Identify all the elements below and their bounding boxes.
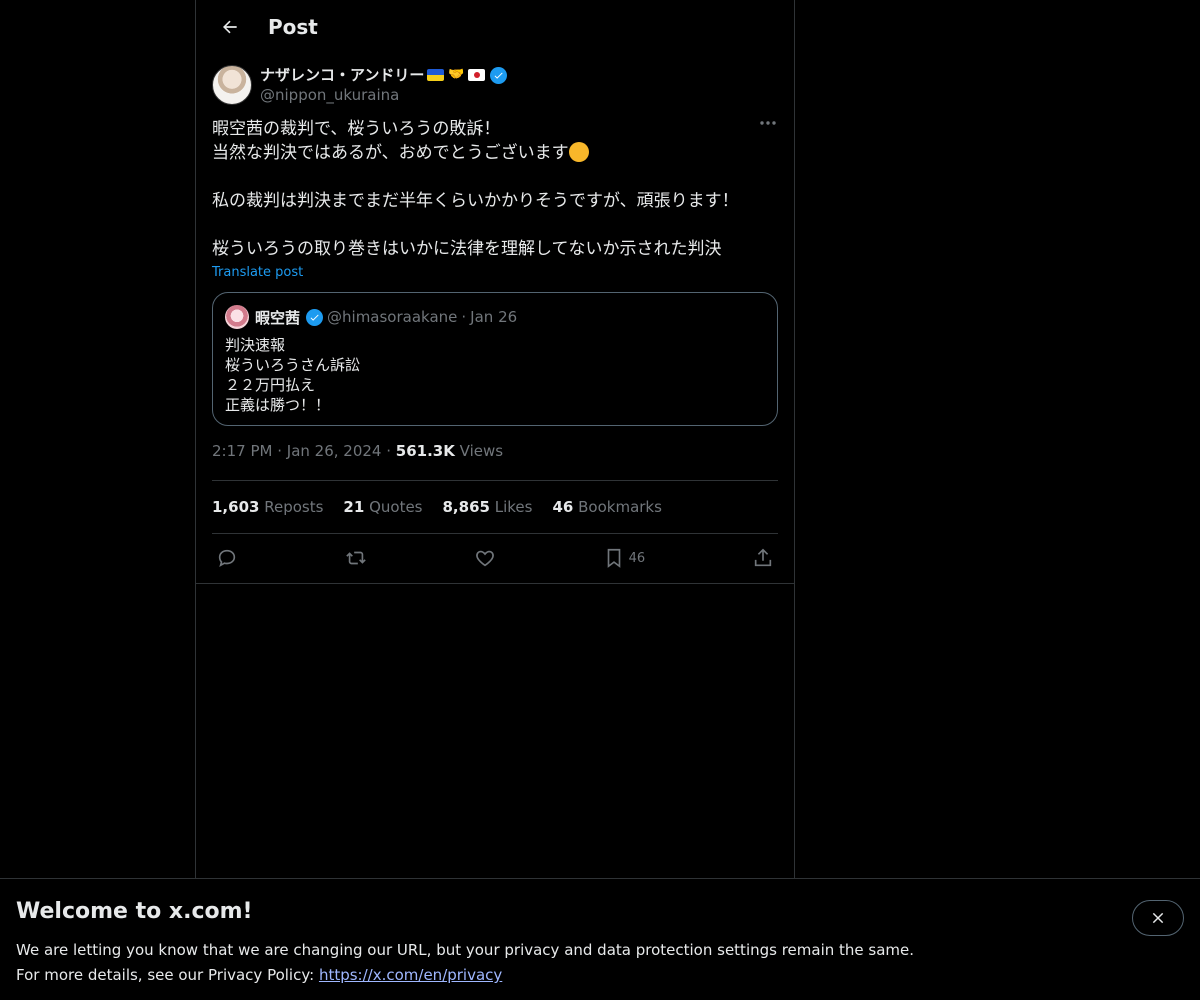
views-count: 561.3K bbox=[395, 442, 455, 460]
bookmarks-stat[interactable]: 46 Bookmarks bbox=[552, 498, 661, 516]
post-date[interactable]: Jan 26, 2024 bbox=[287, 442, 382, 460]
smiling-face-icon bbox=[568, 142, 589, 162]
avatar[interactable] bbox=[212, 65, 252, 105]
handshake-icon: 🤝 bbox=[448, 67, 465, 82]
repost-button[interactable] bbox=[345, 547, 367, 569]
heart-icon bbox=[475, 550, 494, 567]
post-meta: 2:17 PM · Jan 26, 2024 · 561.3K Views bbox=[212, 442, 778, 464]
separator-dot: · bbox=[386, 442, 396, 460]
more-options-button[interactable] bbox=[758, 113, 778, 133]
divider bbox=[196, 583, 794, 584]
views-label: Views bbox=[459, 442, 504, 460]
banner-line1: We are letting you know that we are chan… bbox=[16, 941, 915, 959]
page-title: Post bbox=[268, 14, 318, 39]
quote-date: Jan 26 bbox=[470, 308, 518, 326]
quote-display-name: 暇空茜 bbox=[255, 308, 301, 327]
bookmark-button[interactable]: 46 bbox=[603, 547, 646, 569]
author-row: ナザレンコ・アンドリー 🤝 @nippon_ukuraina bbox=[212, 65, 778, 105]
more-icon bbox=[760, 121, 776, 125]
like-button[interactable] bbox=[474, 547, 496, 569]
quote-handle: @himasoraakane bbox=[327, 308, 458, 326]
reply-button[interactable] bbox=[216, 547, 238, 569]
author-info: ナザレンコ・アンドリー 🤝 @nippon_ukuraina bbox=[260, 65, 508, 105]
translate-post-link[interactable]: Translate post bbox=[212, 265, 303, 280]
post-text: 暇空茜の裁判で、桜ういろうの敗訴！ 当然な判決ではあるが、おめでとうございます … bbox=[212, 117, 778, 261]
close-icon bbox=[1152, 912, 1164, 924]
quote-header: 暇空茜 @himasoraakane · Jan 26 bbox=[225, 305, 765, 329]
privacy-policy-link[interactable]: https://x.com/en/privacy bbox=[319, 966, 502, 984]
post-text-para3: 桜ういろうの取り巻きはいかに法律を理解してないか示された判決 bbox=[212, 239, 722, 259]
author-handle[interactable]: @nippon_ukuraina bbox=[260, 85, 507, 105]
reposts-stat[interactable]: 1,603 Reposts bbox=[212, 498, 323, 516]
quotes-stat[interactable]: 21 Quotes bbox=[343, 498, 422, 516]
verified-badge-icon bbox=[490, 66, 508, 84]
share-button[interactable] bbox=[752, 547, 774, 569]
quote-text: 判決速報 桜ういろうさん訴訟 ２２万円払え 正義は勝つ！！ bbox=[225, 336, 361, 414]
back-button[interactable] bbox=[212, 9, 248, 45]
header: Post bbox=[196, 0, 794, 53]
quote-avatar bbox=[225, 305, 249, 329]
post-stats: 1,603 Reposts 21 Quotes 8,865 Likes 46 B… bbox=[212, 481, 778, 533]
japan-flag-icon bbox=[468, 69, 486, 81]
post-text-para2: 私の裁判は判決までまだ半年くらいかかりそうですが、頑張ります！ bbox=[212, 191, 739, 211]
close-banner-button[interactable] bbox=[1132, 900, 1184, 936]
repost-icon bbox=[346, 551, 366, 565]
banner-line2: For more details, see our Privacy Policy… bbox=[16, 966, 503, 984]
bookmark-count: 46 bbox=[628, 550, 646, 566]
arrow-left-icon bbox=[223, 20, 237, 33]
display-name[interactable]: ナザレンコ・アンドリー bbox=[260, 65, 424, 85]
verified-badge-icon bbox=[306, 308, 324, 326]
separator-dot: · bbox=[277, 442, 287, 460]
bookmark-icon bbox=[607, 548, 620, 568]
quoted-post[interactable]: 暇空茜 @himasoraakane · Jan 26 判決速報 桜ういろうさん… bbox=[212, 292, 778, 426]
post: ナザレンコ・アンドリー 🤝 @nippon_ukuraina 暇空茜の裁判で、桜… bbox=[196, 53, 794, 582]
post-text-line2: 当然な判決ではあるが、おめでとうございます bbox=[212, 143, 569, 163]
ukraine-flag-icon bbox=[427, 69, 445, 81]
share-icon bbox=[754, 548, 772, 567]
post-text-line1: 暇空茜の裁判で、桜ういろうの敗訴！ bbox=[212, 119, 501, 139]
reply-icon bbox=[218, 549, 236, 568]
post-time[interactable]: 2:17 PM bbox=[212, 442, 272, 460]
banner-text: We are letting you know that we are chan… bbox=[16, 938, 1184, 988]
separator-dot: · bbox=[461, 308, 467, 326]
main-column: Post ナザレンコ・アンドリー 🤝 @nippon_ukuraina 暇空茜の… bbox=[195, 0, 795, 878]
banner-title: Welcome to x.com! bbox=[16, 899, 253, 924]
welcome-banner: Welcome to x.com! We are letting you kno… bbox=[0, 878, 1200, 1000]
action-bar: 46 bbox=[212, 534, 778, 582]
likes-stat[interactable]: 8,865 Likes bbox=[443, 498, 533, 516]
